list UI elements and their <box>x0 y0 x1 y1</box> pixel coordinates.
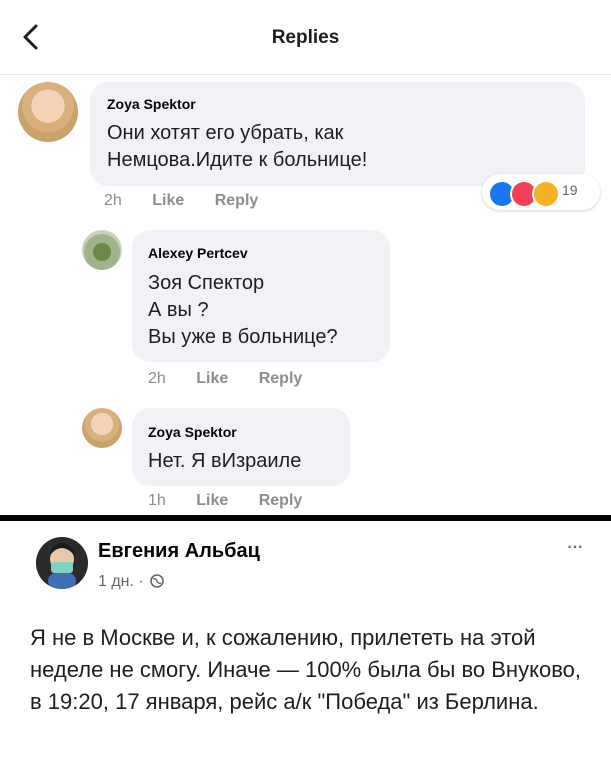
reply-button[interactable]: Reply <box>215 192 259 209</box>
globe-icon <box>150 574 164 588</box>
haha-icon <box>532 180 560 208</box>
avatar[interactable] <box>82 230 122 270</box>
reply-button[interactable]: Reply <box>259 370 303 387</box>
avatar[interactable] <box>36 537 88 589</box>
post-author[interactable]: Евгения Альбац <box>98 540 260 563</box>
comment-time: 2h <box>148 370 166 387</box>
comment-author[interactable]: Alexey Pertcev <box>148 245 248 261</box>
like-button[interactable]: Like <box>152 192 184 209</box>
like-button[interactable]: Like <box>196 370 228 387</box>
avatar[interactable] <box>82 408 122 448</box>
reply-button[interactable]: Reply <box>259 492 303 509</box>
comment-text: Нет. Я вИзраиле <box>148 450 302 472</box>
comment-author[interactable]: Zoya Spektor <box>107 96 196 112</box>
post-time-label: 1 дн. · <box>98 573 144 590</box>
comment-text: Они хотят его убрать, как Немцова.Идите … <box>107 122 368 171</box>
post-time: 1 дн. · <box>98 573 164 591</box>
comment-author[interactable]: Zoya Spektor <box>148 424 237 440</box>
reactions-summary[interactable]: 19 <box>482 174 600 210</box>
comment-meta: 1h Like Reply <box>148 492 328 510</box>
comment-meta: 2h Like Reply <box>104 192 284 210</box>
reaction-count: 19 <box>562 182 578 198</box>
like-button[interactable]: Like <box>196 492 228 509</box>
page-title: Replies <box>271 27 340 48</box>
comment-time: 2h <box>104 192 122 209</box>
comment-time: 1h <box>148 492 166 509</box>
post-text: Я не в Москве и, к сожалению, прилететь … <box>30 625 581 714</box>
avatar[interactable] <box>18 82 78 142</box>
divider <box>0 515 611 521</box>
more-options-icon[interactable]: ··· <box>566 533 584 559</box>
comment-text: Зоя Спектор А вы ? Вы уже в больнице? <box>148 272 338 348</box>
comment-meta: 2h Like Reply <box>148 370 328 388</box>
avatar-image <box>36 537 88 589</box>
